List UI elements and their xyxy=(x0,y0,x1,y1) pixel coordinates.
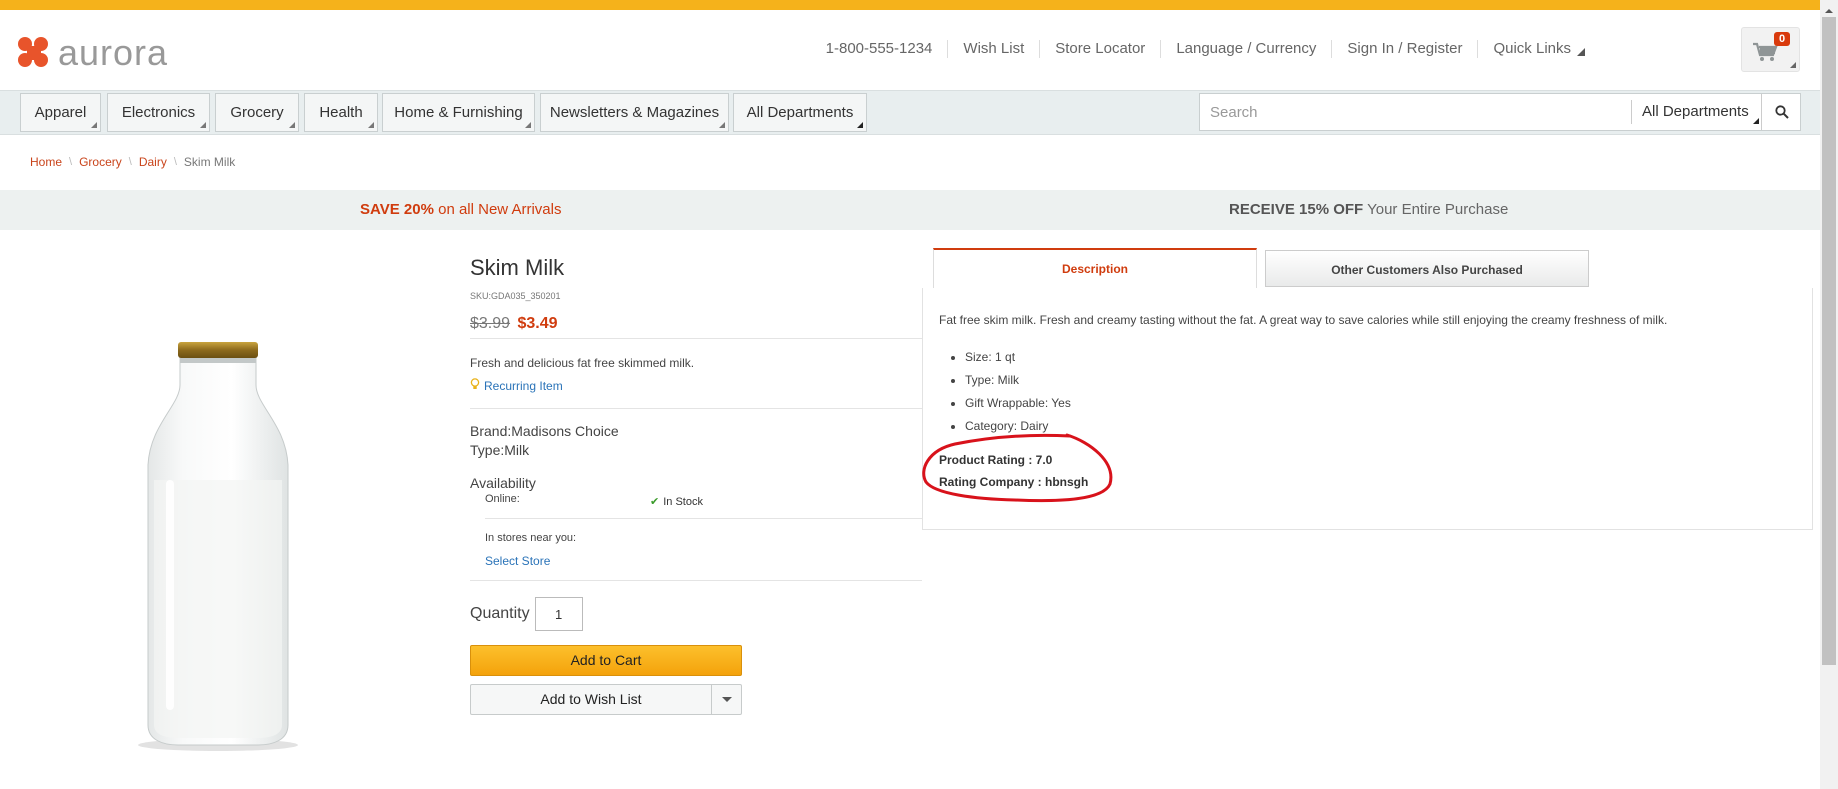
promo-new-arrivals[interactable]: SAVE 20% on all New Arrivals xyxy=(360,201,561,218)
recurring-item: Recurring Item xyxy=(470,377,922,409)
dept-apparel[interactable]: Apparel xyxy=(20,93,101,132)
cart-dropdown-indicator xyxy=(1790,62,1796,68)
product-price: $3.99 $3.49 xyxy=(470,315,922,339)
tab-description[interactable]: Description xyxy=(933,248,1257,288)
dept-grocery[interactable]: Grocery xyxy=(215,93,299,132)
red-circle-annotation xyxy=(922,433,1113,503)
product-type: Type:Milk xyxy=(470,442,530,458)
quantity-row: Quantity xyxy=(470,597,922,631)
site-header: aurora 1-800-555-1234 Wish List Store Lo… xyxy=(0,10,1820,90)
promo-entire-purchase[interactable]: RECEIVE 15% OFF Your Entire Purchase xyxy=(1229,201,1508,218)
divider xyxy=(470,580,922,581)
quantity-input[interactable] xyxy=(534,597,583,631)
attribute-gift-wrappable: Gift Wrappable: Yes xyxy=(965,392,1071,415)
attribute-type: Type: Milk xyxy=(965,369,1071,392)
breadcrumb-home[interactable]: Home xyxy=(30,155,62,169)
product-title: Skim Milk xyxy=(470,255,565,280)
dept-all-departments[interactable]: All Departments xyxy=(733,93,867,132)
breadcrumb-current: Skim Milk xyxy=(183,155,236,169)
cart-count-badge: 0 xyxy=(1774,32,1790,46)
dept-newsletters-magazines[interactable]: Newsletters & Magazines xyxy=(540,93,729,132)
breadcrumb: Home \ Grocery \ Dairy \ Skim Milk xyxy=(30,155,235,169)
site-logo[interactable]: aurora xyxy=(18,32,168,74)
wish-list-dropdown-toggle[interactable] xyxy=(711,685,742,714)
lightbulb-icon xyxy=(470,377,480,389)
language-currency-link[interactable]: Language / Currency xyxy=(1160,40,1331,58)
promo-left-text: on all New Arrivals xyxy=(433,201,562,218)
add-to-cart-button[interactable]: Add to Cart xyxy=(470,645,742,676)
tab-other-customers-purchased[interactable]: Other Customers Also Purchased xyxy=(1265,250,1589,287)
wish-list-link[interactable]: Wish List xyxy=(947,40,1039,58)
promo-right-text: Your Entire Purchase xyxy=(1363,201,1509,218)
quantity-label: Quantity xyxy=(470,605,530,622)
search-category-select[interactable]: All Departments xyxy=(1631,100,1761,124)
dept-electronics[interactable]: Electronics xyxy=(107,93,210,132)
header-links: 1-800-555-1234 Wish List Store Locator L… xyxy=(811,40,1600,58)
quick-links-menu[interactable]: Quick Links xyxy=(1477,40,1600,58)
breadcrumb-dairy[interactable]: Dairy xyxy=(139,155,167,169)
online-label: Online: xyxy=(485,493,520,505)
scroll-up-arrow[interactable] xyxy=(1820,0,1838,17)
aurora-logo-icon xyxy=(18,37,50,69)
price-sale: $3.49 xyxy=(517,315,558,332)
promo-left-bold: SAVE 20% xyxy=(360,201,434,218)
scrollbar-thumb[interactable] xyxy=(1822,17,1836,665)
promo-banner: SAVE 20% on all New Arrivals RECEIVE 15%… xyxy=(0,190,1820,230)
price-original: $3.99 xyxy=(470,315,511,332)
add-to-wish-list-button[interactable]: Add to Wish List xyxy=(470,684,742,715)
phone-link[interactable]: 1-800-555-1234 xyxy=(811,40,948,58)
attribute-size: Size: 1 qt xyxy=(965,346,1071,369)
breadcrumb-grocery[interactable]: Grocery xyxy=(79,155,122,169)
search-icon xyxy=(1775,105,1789,119)
promo-right-bold: RECEIVE 15% OFF xyxy=(1229,201,1364,218)
breadcrumb-separator: \ xyxy=(173,156,177,168)
dept-health[interactable]: Health xyxy=(304,93,378,132)
product-brand: Brand:Madisons Choice xyxy=(470,423,619,439)
cart-button[interactable]: 0 xyxy=(1741,27,1800,72)
availability-heading: Availability xyxy=(470,475,536,491)
search-input[interactable] xyxy=(1200,94,1631,130)
dept-home-furnishing[interactable]: Home & Furnishing xyxy=(382,93,535,132)
search-bar: All Departments xyxy=(1199,93,1801,131)
breadcrumb-separator: \ xyxy=(69,156,73,168)
product-info: Skim Milk SKU:GDA035_350201 $3.99 $3.49 … xyxy=(470,255,922,715)
full-description: Fat free skim milk. Fresh and creamy tas… xyxy=(939,313,1668,327)
stores-near-you-label: In stores near you: xyxy=(485,532,577,544)
product-attributes: Brand:Madisons Choice Type:Milk xyxy=(470,422,922,460)
product-image-milk-bottle xyxy=(138,342,298,751)
select-store-link[interactable]: Select Store xyxy=(485,554,922,580)
product-short-description: Fresh and delicious fat free skimmed mil… xyxy=(470,356,695,370)
store-locator-link[interactable]: Store Locator xyxy=(1039,40,1160,58)
top-accent-bar xyxy=(0,0,1838,10)
add-to-wish-list-label: Add to Wish List xyxy=(540,691,642,707)
search-button[interactable] xyxy=(1761,94,1801,130)
department-nav: Apparel Electronics Grocery Health Home … xyxy=(0,90,1820,135)
product-sku: SKU:GDA035_350201 xyxy=(470,291,561,301)
breadcrumb-separator: \ xyxy=(128,156,132,168)
sign-in-register-link[interactable]: Sign In / Register xyxy=(1331,40,1477,58)
online-availability: Online: In Stock xyxy=(485,491,922,519)
logo-text: aurora xyxy=(58,32,169,73)
attribute-list: Size: 1 qt Type: Milk Gift Wrappable: Ye… xyxy=(965,346,1071,438)
recurring-item-link[interactable]: Recurring Item xyxy=(484,379,563,393)
in-stock-status: In Stock xyxy=(650,495,703,508)
